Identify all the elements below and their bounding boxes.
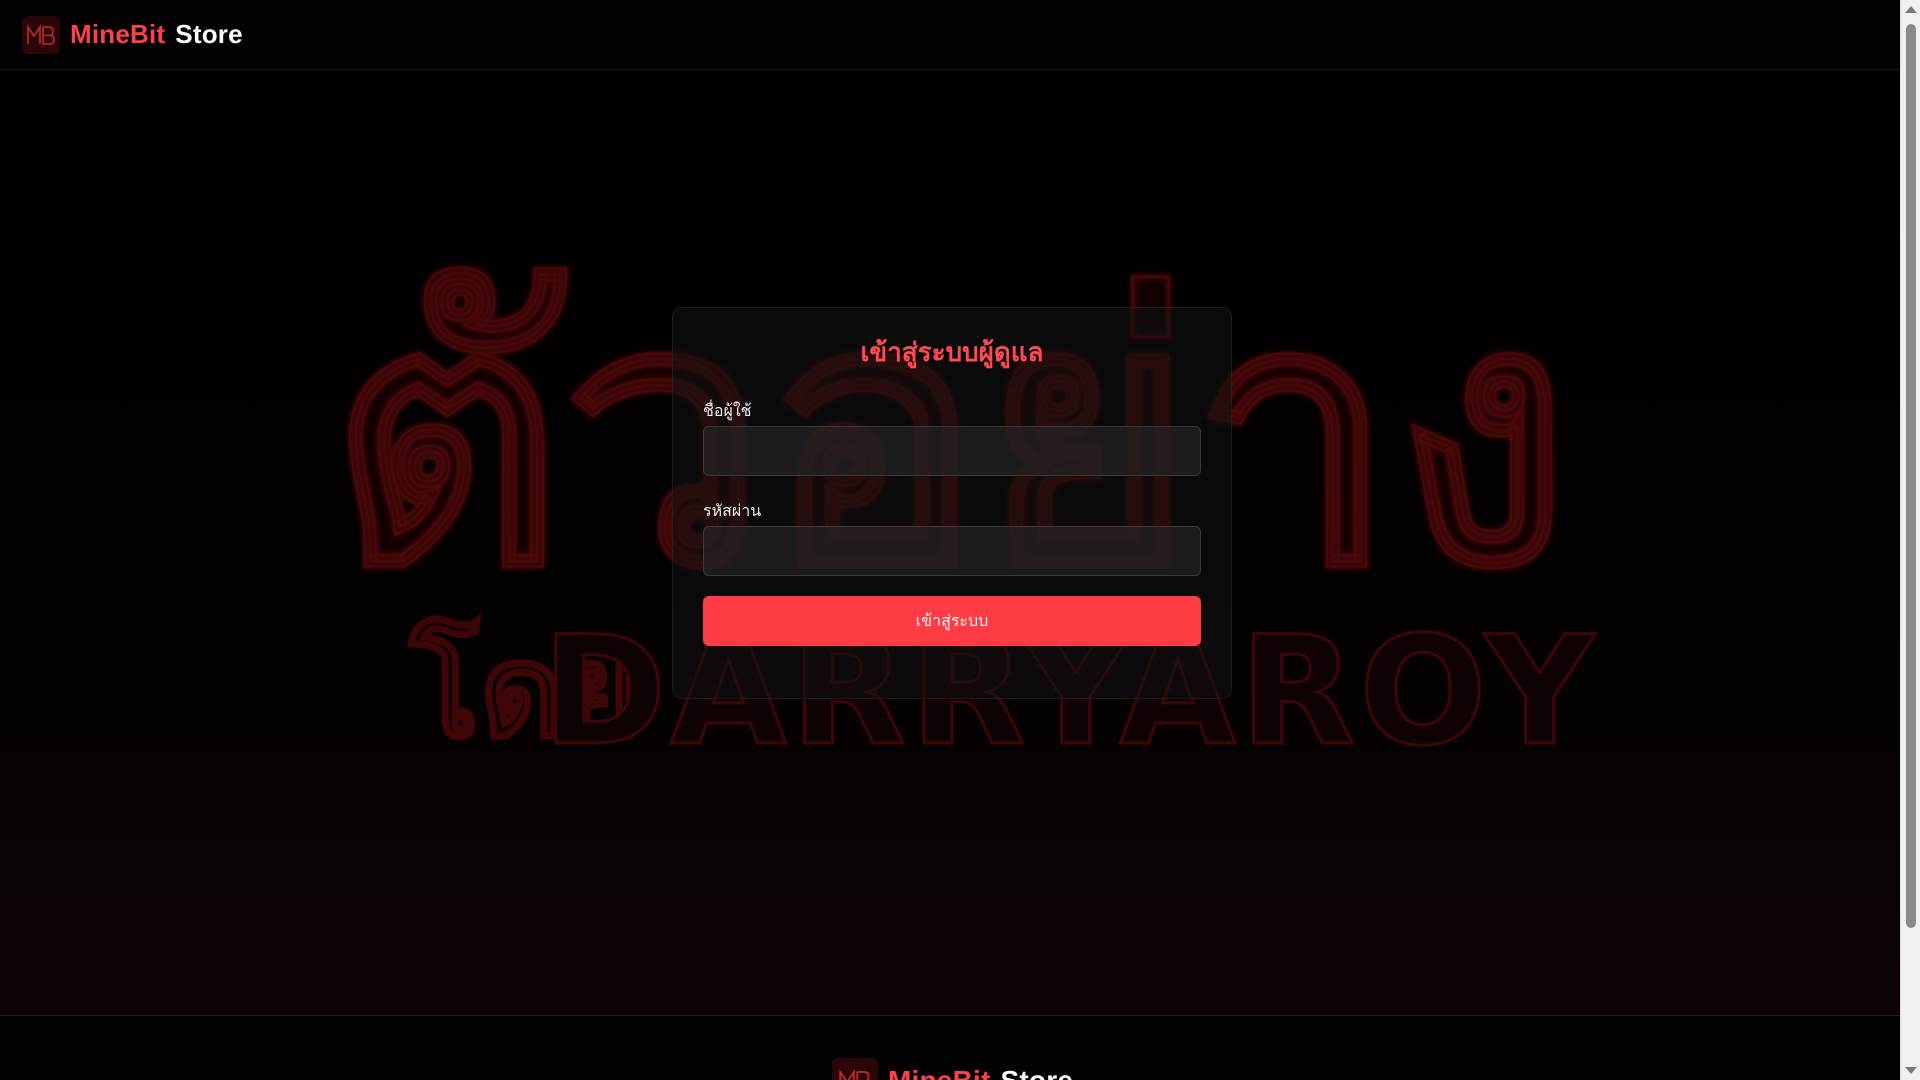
login-title: เข้าสู่ระบบผู้ดูแล [860,338,1044,368]
brand-name-accent: MineBit [70,19,166,49]
scroll-up-arrow-icon[interactable] [1905,6,1917,13]
password-group: รหัสผ่าน [703,500,1201,576]
main-content: ตัวอย่าง ตัวอย่าง โดย DARRYAROY เข้าสู่ร… [0,71,1900,1015]
mb-logo-svg [839,1068,870,1080]
footer-brand[interactable]: MineBit Store [832,1058,1073,1080]
scroll-down-arrow-icon[interactable] [1905,1067,1917,1074]
username-label: ชื่อผู้ใช้ [703,401,752,420]
username-group: ชื่อผู้ใช้ [703,400,1201,476]
scroll-thumb[interactable] [1906,24,1916,928]
footer-brand-accent: MineBit [888,1065,991,1080]
mb-logo-icon[interactable] [22,15,60,54]
footer-brand-text: MineBit Store [888,1065,1073,1080]
admin-login-card: เข้าสู่ระบบผู้ดูแล ชื่อผู้ใช้ รหัสผ่าน เ… [672,307,1232,699]
page: MineBit Store ตัวอย่าง ตัวอย่าง โดย DARRY… [0,0,1900,1080]
password-input[interactable] [703,526,1201,576]
brand-link[interactable]: MineBit Store [70,19,243,50]
brand-name-store: Store [175,19,243,49]
login-button[interactable]: เข้าสู่ระบบ [703,596,1201,646]
username-input[interactable] [703,426,1201,476]
mb-logo-svg [27,23,55,45]
password-label: รหัสผ่าน [703,501,762,520]
footer-brand-store: Store [1001,1065,1074,1080]
site-header: MineBit Store [0,0,1900,70]
site-footer: MineBit Store [0,1015,1900,1080]
mb-logo-icon [832,1058,878,1080]
page-scrollbar[interactable] [1900,0,1920,1080]
